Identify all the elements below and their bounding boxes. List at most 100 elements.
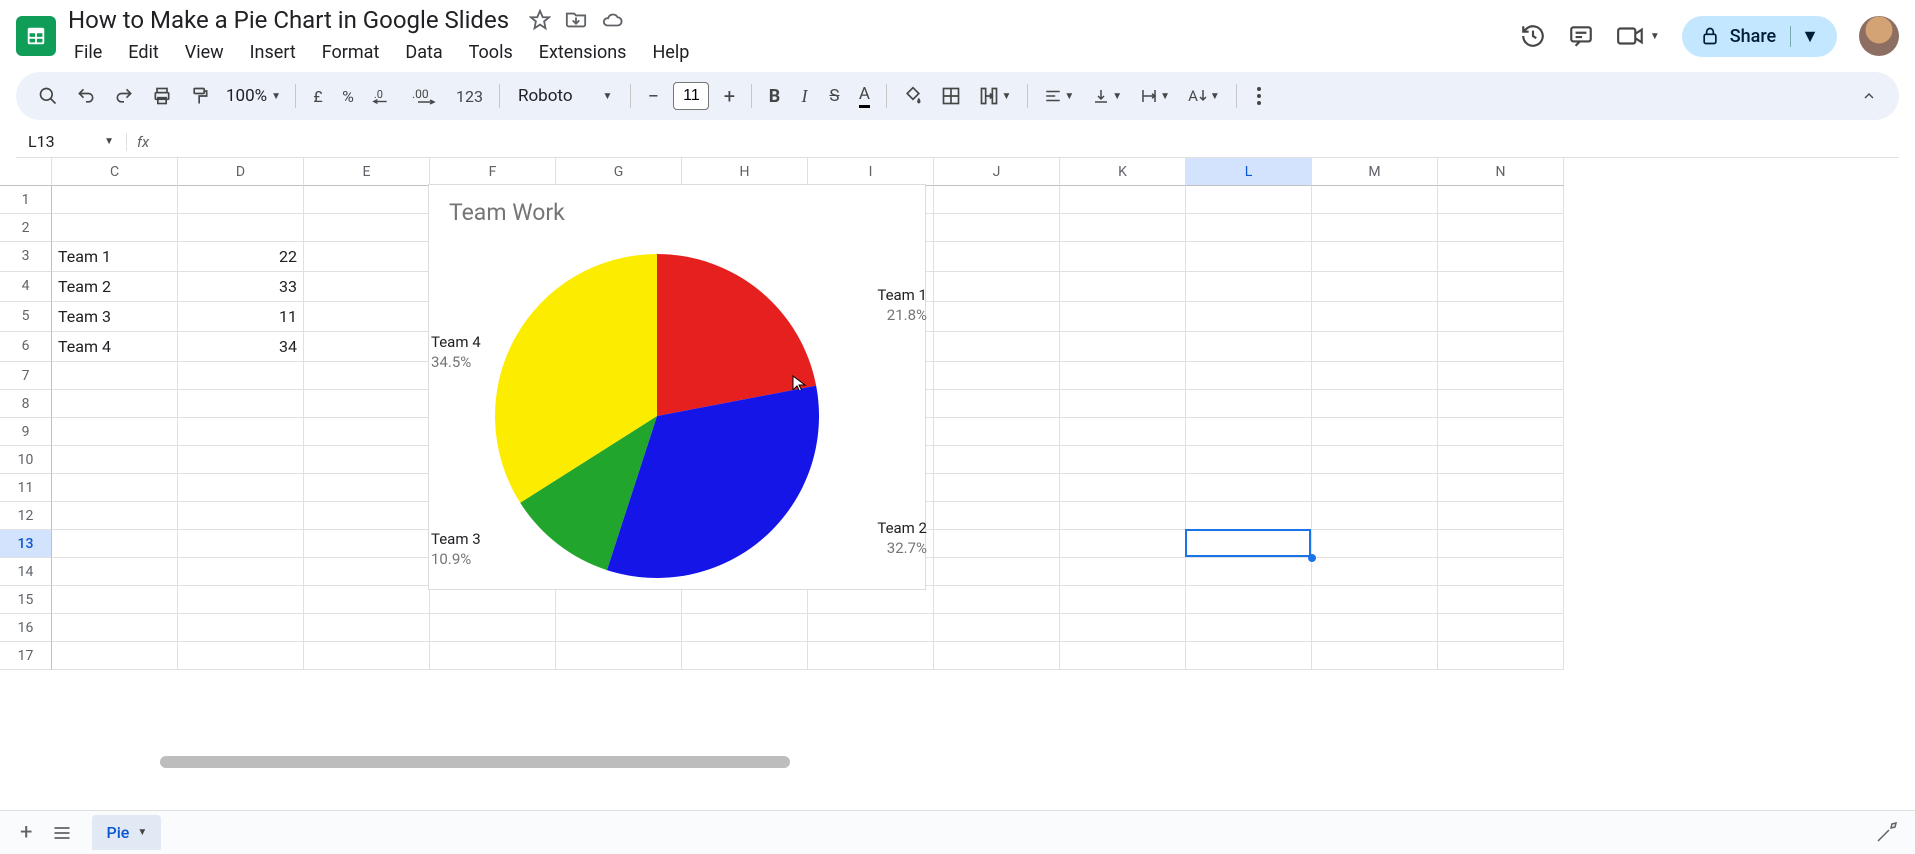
row-header[interactable]: 5	[0, 302, 52, 332]
cell[interactable]	[1312, 418, 1438, 446]
cell[interactable]	[1060, 446, 1186, 474]
cell[interactable]	[1438, 558, 1564, 586]
cell[interactable]	[1186, 390, 1312, 418]
cell[interactable]	[682, 614, 808, 642]
cell[interactable]	[52, 642, 178, 670]
fill-color-icon[interactable]	[895, 80, 931, 112]
cell[interactable]	[178, 502, 304, 530]
cell[interactable]	[556, 614, 682, 642]
cell[interactable]	[1186, 614, 1312, 642]
row-header[interactable]: 3	[0, 242, 52, 272]
cell[interactable]	[178, 474, 304, 502]
cell[interactable]	[934, 586, 1060, 614]
cell[interactable]	[1438, 418, 1564, 446]
redo-icon[interactable]	[106, 80, 142, 112]
cell[interactable]: Team 3	[52, 302, 178, 332]
row-header[interactable]: 9	[0, 418, 52, 446]
cell[interactable]	[178, 446, 304, 474]
cell[interactable]	[52, 418, 178, 446]
cell[interactable]	[682, 586, 808, 614]
cell[interactable]	[1438, 474, 1564, 502]
cell[interactable]	[934, 302, 1060, 332]
cell[interactable]	[934, 332, 1060, 362]
cell[interactable]	[304, 362, 430, 390]
cell[interactable]: 33	[178, 272, 304, 302]
cell[interactable]	[1186, 302, 1312, 332]
cell[interactable]	[304, 446, 430, 474]
cell[interactable]	[1312, 186, 1438, 214]
cloud-status-icon[interactable]	[601, 9, 623, 31]
cell[interactable]	[682, 642, 808, 670]
horizontal-align-icon[interactable]: ▼	[1036, 80, 1082, 112]
cell[interactable]	[178, 642, 304, 670]
cell[interactable]	[1312, 446, 1438, 474]
more-toolbar-icon[interactable]	[1245, 80, 1273, 112]
cell[interactable]	[1312, 502, 1438, 530]
menu-extensions[interactable]: Extensions	[537, 38, 629, 67]
cell[interactable]	[934, 614, 1060, 642]
row-header[interactable]: 11	[0, 474, 52, 502]
cell[interactable]	[934, 214, 1060, 242]
cell[interactable]	[304, 186, 430, 214]
formula-bar[interactable]: fx	[126, 133, 1899, 151]
bold-button[interactable]: B	[760, 80, 788, 112]
cell[interactable]	[430, 586, 556, 614]
cell[interactable]	[934, 558, 1060, 586]
cell[interactable]	[1312, 614, 1438, 642]
cell[interactable]	[934, 642, 1060, 670]
cell[interactable]	[430, 642, 556, 670]
cell[interactable]	[1312, 474, 1438, 502]
cell[interactable]	[304, 272, 430, 302]
cell[interactable]	[304, 214, 430, 242]
cell[interactable]	[1060, 332, 1186, 362]
cell[interactable]	[304, 474, 430, 502]
cell[interactable]	[1186, 332, 1312, 362]
cell[interactable]	[1438, 186, 1564, 214]
cell[interactable]	[1312, 390, 1438, 418]
merge-cells-icon[interactable]: ▼	[971, 80, 1019, 112]
text-color-button[interactable]: A	[850, 80, 878, 112]
menu-insert[interactable]: Insert	[248, 38, 298, 67]
cell[interactable]	[1060, 586, 1186, 614]
undo-icon[interactable]	[68, 80, 104, 112]
share-caret-icon[interactable]: ▼	[1790, 26, 1819, 47]
cell[interactable]	[1438, 390, 1564, 418]
cell[interactable]	[1312, 332, 1438, 362]
sheet-tab-active[interactable]: Pie ▼	[92, 815, 161, 850]
cell[interactable]	[1438, 272, 1564, 302]
column-header[interactable]: I	[808, 158, 934, 186]
column-header[interactable]: F	[430, 158, 556, 186]
cell[interactable]	[52, 614, 178, 642]
cell[interactable]	[52, 586, 178, 614]
row-header[interactable]: 2	[0, 214, 52, 242]
add-sheet-button[interactable]: +	[20, 820, 32, 845]
cell[interactable]	[1060, 214, 1186, 242]
cell[interactable]	[1186, 502, 1312, 530]
cell[interactable]	[1186, 558, 1312, 586]
collapse-toolbar-icon[interactable]	[1853, 80, 1885, 112]
sheets-logo-icon[interactable]	[16, 16, 56, 56]
cell[interactable]	[1438, 530, 1564, 558]
cell[interactable]	[1438, 642, 1564, 670]
cell[interactable]	[1060, 614, 1186, 642]
cell[interactable]	[808, 614, 934, 642]
cell[interactable]: 11	[178, 302, 304, 332]
cell[interactable]	[304, 530, 430, 558]
cell[interactable]	[178, 390, 304, 418]
print-icon[interactable]	[144, 80, 180, 112]
cell[interactable]	[934, 272, 1060, 302]
row-header[interactable]: 14	[0, 558, 52, 586]
cell[interactable]	[1186, 242, 1312, 272]
column-header[interactable]: E	[304, 158, 430, 186]
cell[interactable]	[178, 586, 304, 614]
cell[interactable]: Team 2	[52, 272, 178, 302]
cell[interactable]	[178, 530, 304, 558]
cell[interactable]	[1060, 302, 1186, 332]
history-icon[interactable]	[1520, 23, 1546, 49]
borders-icon[interactable]	[933, 80, 969, 112]
zoom-select[interactable]: 100% ▼	[220, 86, 287, 106]
cell[interactable]	[1060, 530, 1186, 558]
cell[interactable]	[1438, 586, 1564, 614]
cell[interactable]	[1186, 362, 1312, 390]
cell[interactable]	[556, 642, 682, 670]
